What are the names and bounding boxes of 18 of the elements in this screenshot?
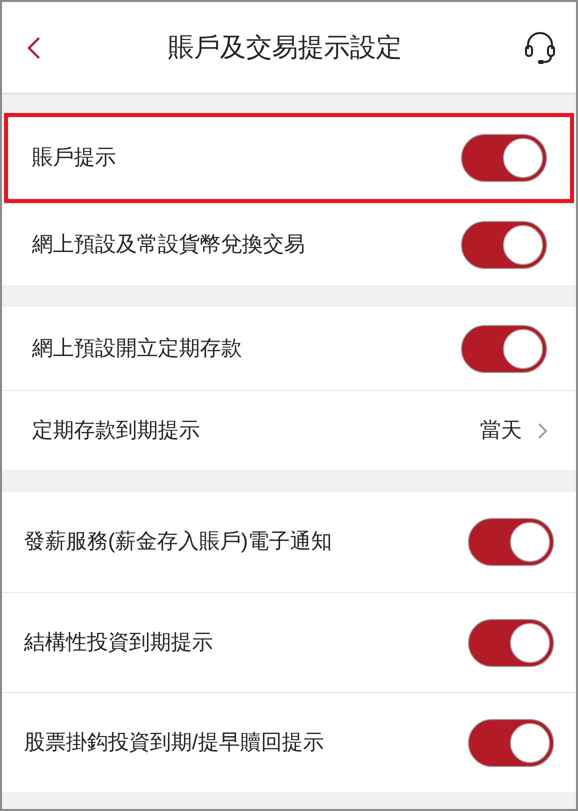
page-title: 賬戶及交易提示設定 [168, 31, 402, 64]
toggle-switch[interactable] [468, 518, 554, 566]
setting-label: 結構性投資到期提示 [24, 630, 213, 656]
headset-icon [524, 30, 556, 64]
chevron-icon [538, 422, 547, 438]
toggle-switch[interactable] [468, 618, 554, 666]
toggle-switch[interactable] [461, 324, 547, 372]
setting-label: 定期存款到期提示 [32, 418, 200, 444]
toggle-switch[interactable] [461, 220, 547, 268]
setting-label: 網上預設及常設貨幣兌換交易 [32, 232, 305, 258]
value-selector[interactable]: 當天 [480, 414, 547, 446]
toggle-switch[interactable] [461, 134, 547, 182]
setting-label: 網上預設開立定期存款 [32, 336, 242, 362]
toggle-switch[interactable] [468, 718, 554, 766]
setting-label: 發薪服務(薪金存入賬戶)電子通知 [24, 529, 332, 556]
setting-label: 賬戶提示 [32, 145, 116, 172]
setting-label: 股票掛鈎投資到期/提早贖回提示 [24, 730, 324, 756]
back-icon [27, 36, 41, 60]
